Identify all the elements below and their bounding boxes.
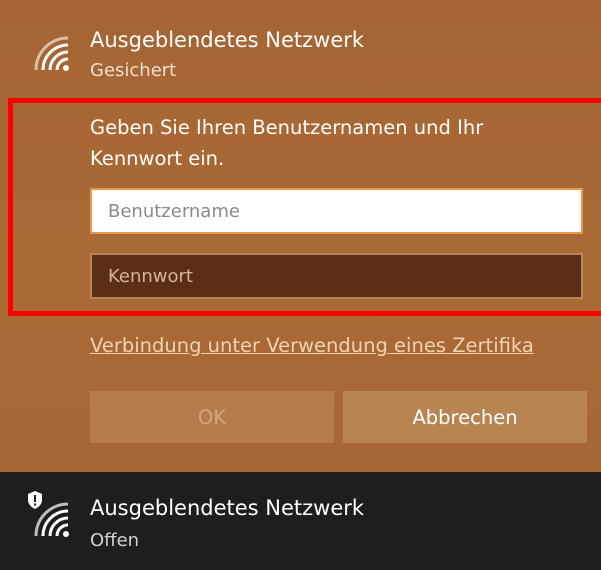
network-item-hidden-open[interactable]: Ausgeblendetes Netzwerk Offen bbox=[0, 472, 601, 570]
password-input[interactable] bbox=[90, 253, 583, 299]
network-flyout-panel: Ausgeblendetes Netzwerk Gesichert Geben … bbox=[0, 0, 601, 472]
network-name: Ausgeblendetes Netzwerk bbox=[90, 28, 365, 52]
network-status: Offen bbox=[90, 530, 140, 551]
ok-button[interactable]: OK bbox=[90, 391, 334, 443]
cancel-button[interactable]: Abbrechen bbox=[343, 391, 587, 443]
certificate-link[interactable]: Verbindung unter Verwendung eines Zertif… bbox=[90, 334, 601, 357]
credentials-prompt: Geben Sie Ihren Benutzernamen und Ihr Ke… bbox=[90, 116, 484, 170]
shield-warning-icon bbox=[28, 491, 42, 509]
network-status: Gesichert bbox=[90, 60, 177, 81]
username-input[interactable] bbox=[90, 188, 583, 234]
network-name: Ausgeblendetes Netzwerk bbox=[90, 496, 365, 520]
wifi-icon bbox=[34, 36, 69, 71]
network-item-hidden-secured[interactable]: Ausgeblendetes Netzwerk Gesichert bbox=[0, 0, 601, 98]
